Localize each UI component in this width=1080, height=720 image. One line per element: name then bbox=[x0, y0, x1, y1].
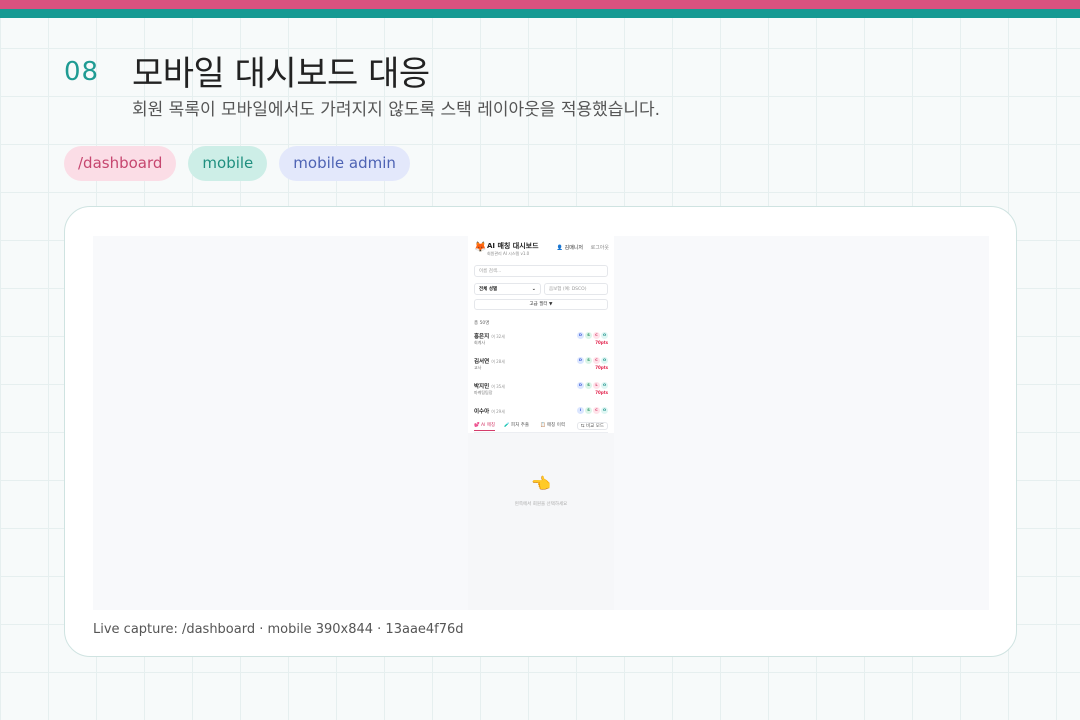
trait-badge: S bbox=[585, 332, 592, 339]
trait-badge: C bbox=[593, 332, 600, 339]
member-meta: 여 29세 bbox=[491, 409, 505, 414]
trait-badge: O bbox=[601, 332, 608, 339]
member-row[interactable]: 박지민 여 35세 마케팅팀장 D S L O 70pts bbox=[474, 382, 608, 402]
tag-chips: /dashboard mobile mobile admin bbox=[64, 146, 410, 181]
trait-badge: O bbox=[601, 407, 608, 414]
member-row[interactable]: 홍은지 여 32세 회계사 D S C O 70pts bbox=[474, 332, 608, 352]
member-job: 교사 bbox=[474, 365, 482, 370]
screenshot-frame: 🦊 AI 매칭 대시보드 회원관리 AI 시스템 v1.0 👤 김매니저 로그아… bbox=[64, 206, 1017, 657]
user-name[interactable]: 👤 김매니저 bbox=[557, 244, 583, 251]
trait-badge: C bbox=[593, 357, 600, 364]
slide-subtitle: 회원 목록이 모바일에서도 가려지지 않도록 스택 레이아웃을 적용했습니다. bbox=[132, 100, 661, 120]
chip-dashboard: /dashboard bbox=[64, 146, 177, 181]
top-accent-teal bbox=[0, 9, 1080, 18]
gender-select-value: 전체 성별 bbox=[479, 287, 498, 292]
slide-number: 08 bbox=[64, 57, 100, 87]
chevron-down-icon: ⌄ bbox=[531, 286, 536, 292]
capture-caption: Live capture: /dashboard · mobile 390x84… bbox=[93, 622, 464, 637]
advanced-filter-button[interactable]: 고급 필터 ▼ bbox=[474, 299, 608, 310]
logout-button[interactable]: 로그아웃 bbox=[591, 244, 609, 251]
member-meta: 여 32세 bbox=[491, 334, 505, 339]
trait-badge: S bbox=[585, 382, 592, 389]
mobile-panel: 🦊 AI 매칭 대시보드 회원관리 AI 시스템 v1.0 👤 김매니저 로그아… bbox=[468, 236, 614, 433]
mobile-tab-bar: 💕 AI 매칭 🧪 피처 추출 📋 매칭 이력 ⇆ 비교 모드 bbox=[474, 422, 608, 433]
capture-viewport: 🦊 AI 매칭 대시보드 회원관리 AI 시스템 v1.0 👤 김매니저 로그아… bbox=[93, 236, 989, 610]
trait-badge: L bbox=[593, 382, 600, 389]
tab-matching-history[interactable]: 📋 매칭 이력 bbox=[540, 422, 565, 428]
member-meta: 여 28세 bbox=[491, 359, 505, 364]
member-points: 70pts bbox=[595, 365, 608, 370]
pointing-hand-icon: 👈 bbox=[531, 474, 551, 493]
top-accent-bar bbox=[0, 0, 1080, 18]
app-version: 회원관리 AI 시스템 v1.0 bbox=[487, 251, 530, 256]
member-meta: 여 35세 bbox=[491, 384, 505, 389]
trait-badge: S bbox=[585, 407, 592, 414]
empty-state-text: 왼쪽에서 회원을 선택하세요 bbox=[514, 502, 568, 507]
chip-mobile-admin: mobile admin bbox=[279, 146, 410, 181]
member-job: 회계사 bbox=[474, 340, 486, 345]
trait-badge: D bbox=[577, 332, 584, 339]
tab-feature-extraction[interactable]: 🧪 피처 추출 bbox=[504, 422, 529, 428]
mbti-input[interactable]: 음보험 (예: DSCO) bbox=[544, 283, 608, 295]
trait-badge: D bbox=[577, 357, 584, 364]
fox-icon: 🦊 bbox=[474, 242, 487, 253]
member-points: 70pts bbox=[595, 390, 608, 395]
member-name: 이수아 bbox=[474, 409, 490, 415]
member-row[interactable]: 김서연 여 28세 교사 D S C O 70pts bbox=[474, 357, 608, 377]
member-row[interactable]: 이수아 여 29세 I S C O bbox=[474, 407, 608, 419]
chip-mobile: mobile bbox=[188, 146, 268, 181]
compare-mode-button[interactable]: ⇆ 비교 모드 bbox=[576, 422, 608, 430]
trait-badge: O bbox=[601, 382, 608, 389]
app-title: AI 매칭 대시보드 bbox=[487, 242, 539, 250]
member-points: 70pts bbox=[595, 340, 608, 345]
trait-badge: C bbox=[593, 407, 600, 414]
tab-ai-matching[interactable]: 💕 AI 매칭 bbox=[474, 422, 496, 431]
trait-badge: O bbox=[601, 357, 608, 364]
search-input[interactable]: 이름 검색... bbox=[474, 265, 608, 277]
gender-select[interactable]: 전체 성별 ⌄ bbox=[474, 283, 541, 295]
trait-badge: I bbox=[577, 407, 584, 414]
slide-title: 모바일 대시보드 대응 bbox=[132, 54, 430, 94]
trait-badge: S bbox=[585, 357, 592, 364]
member-count: 총 50명 bbox=[474, 321, 490, 326]
member-job: 마케팅팀장 bbox=[474, 390, 493, 395]
mobile-header: 🦊 AI 매칭 대시보드 회원관리 AI 시스템 v1.0 👤 김매니저 로그아… bbox=[474, 240, 609, 260]
trait-badge: D bbox=[577, 382, 584, 389]
mobile-screen: 🦊 AI 매칭 대시보드 회원관리 AI 시스템 v1.0 👤 김매니저 로그아… bbox=[468, 236, 614, 610]
top-accent-pink bbox=[0, 0, 1080, 9]
